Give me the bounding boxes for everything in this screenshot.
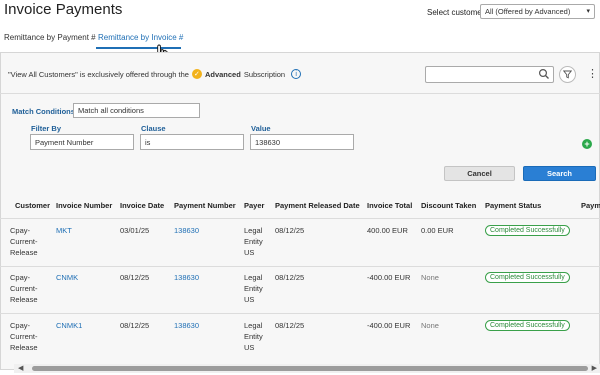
column-header-payment-truncated[interactable]: Paym [581, 201, 600, 210]
select-customer-value: All (Offered by Advanced) [485, 7, 571, 16]
column-header-payment-number[interactable]: Payment Number [174, 201, 236, 210]
column-header-invoice-number[interactable]: Invoice Number [56, 201, 112, 210]
column-header-invoice-date[interactable]: Invoice Date [120, 201, 164, 210]
scrollbar-thumb[interactable] [32, 366, 588, 371]
status-badge: Completed Successfully [485, 225, 570, 236]
divider [0, 93, 600, 94]
promo-suffix: Subscription [243, 69, 286, 79]
cell-invoice-date: 08/12/25 [120, 273, 150, 282]
cancel-button[interactable]: Cancel [444, 166, 515, 181]
kebab-menu-icon[interactable]: ⋮ [587, 66, 598, 83]
column-header-payment-status[interactable]: Payment Status [485, 201, 541, 210]
filter-by-select[interactable]: Payment Number [30, 134, 134, 150]
filter-button[interactable] [559, 66, 576, 83]
tab-remittance-by-payment[interactable]: Remittance by Payment # [4, 33, 96, 42]
match-conditions-select[interactable]: Match all conditions [73, 103, 200, 118]
status-badge: Completed Successfully [485, 320, 570, 331]
scroll-left-arrow-icon[interactable]: ◀ [18, 364, 23, 372]
clause-label: Clause [141, 124, 166, 133]
promo-text: "View All Customers" is exclusively offe… [8, 69, 189, 79]
row-divider [0, 313, 600, 314]
cell-customer: Cpay- Current- Release [10, 273, 38, 304]
select-customer-dropdown[interactable]: All (Offered by Advanced) ▾ [480, 4, 595, 19]
cell-invoice-total: 400.00 EUR [367, 226, 408, 235]
header-divider [0, 218, 600, 219]
scroll-right-arrow-icon[interactable]: ▶ [592, 364, 597, 372]
row-divider [0, 266, 600, 267]
clause-select[interactable]: is [140, 134, 244, 150]
add-icon[interactable]: + [582, 139, 592, 149]
filter-by-label: Filter By [31, 124, 62, 133]
cell-invoice-total: -400.00 EUR [367, 321, 411, 330]
value-input[interactable]: 138630 [250, 134, 354, 150]
advanced-subscription-notice: "View All Customers" is exclusively offe… [8, 69, 302, 79]
status-badge: Completed Successfully [485, 272, 570, 283]
cell-payer: Legal Entity US [244, 321, 263, 352]
column-header-customer[interactable]: Customer [15, 201, 50, 210]
filter-icon [563, 70, 572, 79]
value-label: Value [251, 124, 271, 133]
cell-invoice-date: 08/12/25 [120, 321, 150, 330]
page-title: Invoice Payments [4, 1, 123, 18]
cell-discount: None [421, 273, 439, 282]
column-header-invoice-total[interactable]: Invoice Total [367, 201, 412, 210]
cell-discount: None [421, 321, 439, 330]
horizontal-scrollbar[interactable]: ◀ ▶ [14, 364, 600, 373]
search-icon[interactable] [538, 68, 550, 80]
column-header-payment-released-date[interactable]: Payment Released Date [275, 201, 360, 210]
search-input[interactable] [425, 66, 554, 83]
search-button[interactable]: Search [523, 166, 596, 181]
match-conditions-label: Match Conditions [12, 107, 75, 116]
invoice-number-link[interactable]: CNMK [56, 272, 78, 283]
cell-released-date: 08/12/25 [275, 321, 305, 330]
invoice-number-link[interactable]: CNMK1 [56, 320, 82, 331]
select-customer-label: Select customer [427, 8, 485, 17]
cell-released-date: 08/12/25 [275, 273, 305, 282]
column-header-payer[interactable]: Payer [244, 201, 264, 210]
cell-discount: 0.00 EUR [421, 226, 454, 235]
payment-number-link[interactable]: 138630 [174, 272, 199, 283]
cell-payer: Legal Entity US [244, 273, 263, 304]
chevron-down-icon: ▾ [586, 8, 590, 15]
payment-number-link[interactable]: 138630 [174, 225, 199, 236]
cell-payer: Legal Entity US [244, 226, 263, 257]
cell-invoice-date: 03/01/25 [120, 226, 150, 235]
tab-remittance-by-invoice[interactable]: Remittance by Invoice # [98, 33, 183, 42]
payment-number-link[interactable]: 138630 [174, 320, 199, 331]
promo-tier: Advanced [204, 69, 241, 79]
info-icon[interactable]: i [291, 69, 302, 79]
invoice-number-link[interactable]: MKT [56, 225, 72, 236]
cell-customer: Cpay- Current- Release [10, 226, 38, 257]
column-header-discount-taken[interactable]: Discount Taken [421, 201, 476, 210]
cell-released-date: 08/12/25 [275, 226, 305, 235]
check-badge-icon: ✓ [191, 69, 202, 79]
cell-customer: Cpay- Current- Release [10, 321, 38, 352]
cell-invoice-total: -400.00 EUR [367, 273, 411, 282]
